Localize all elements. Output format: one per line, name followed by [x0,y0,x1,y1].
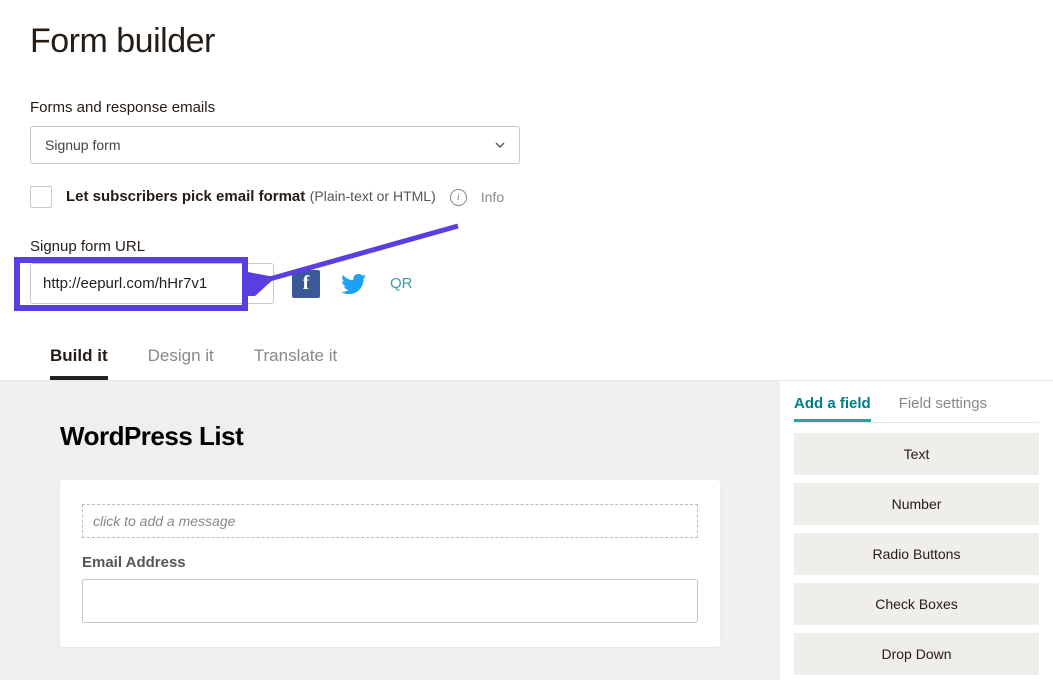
checkbox-label-suffix: (Plain-text or HTML) [310,188,436,204]
email-format-label: Let subscribers pick email format (Plain… [66,188,436,206]
page-title: Form builder [30,22,1023,61]
facebook-icon[interactable]: f [292,270,320,298]
twitter-icon[interactable] [338,270,372,298]
qr-link[interactable]: QR [390,275,413,292]
checkbox-label-main: Let subscribers pick email format [66,188,305,205]
field-option-checkbox[interactable]: Check Boxes [794,583,1039,625]
email-field-label: Email Address [82,554,698,571]
sidebar-tab-add-field[interactable]: Add a field [794,395,871,422]
field-sidebar: Add a field Field settings Text Number R… [780,381,1053,680]
url-section-label: Signup form URL [30,238,1023,255]
sidebar-tab-field-settings[interactable]: Field settings [899,395,987,422]
email-field-input[interactable] [82,579,698,623]
info-label: Info [481,189,504,205]
forms-section-label: Forms and response emails [30,99,1023,116]
form-message-placeholder[interactable]: click to add a message [82,504,698,538]
info-icon[interactable]: i [450,189,467,206]
tab-design[interactable]: Design it [148,346,214,380]
field-option-number[interactable]: Number [794,483,1039,525]
field-option-text[interactable]: Text [794,433,1039,475]
form-select[interactable]: Signup form [30,126,520,164]
chevron-down-icon [495,140,505,150]
field-option-radio[interactable]: Radio Buttons [794,533,1039,575]
field-option-dropdown[interactable]: Drop Down [794,633,1039,675]
form-card: click to add a message Email Address [60,480,720,647]
email-format-checkbox[interactable] [30,186,52,208]
tab-build[interactable]: Build it [50,346,108,380]
form-preview-title: WordPress List [60,421,720,452]
signup-url-input[interactable] [30,263,274,304]
tab-translate[interactable]: Translate it [254,346,337,380]
form-select-value: Signup form [45,137,120,153]
form-canvas: WordPress List click to add a message Em… [0,381,780,680]
